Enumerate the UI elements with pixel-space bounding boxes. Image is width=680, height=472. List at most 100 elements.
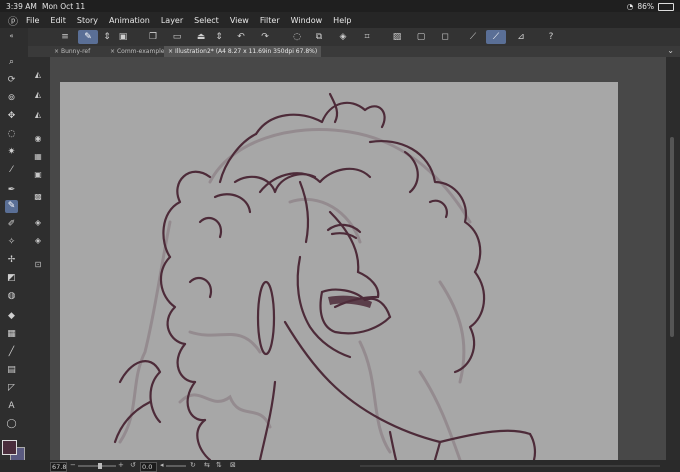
- zoom-in-button[interactable]: +: [118, 461, 124, 469]
- brush-tool-icon[interactable]: ✐: [5, 218, 18, 231]
- close-icon[interactable]: ×: [168, 48, 173, 55]
- camera-icon[interactable]: ▣: [116, 30, 130, 44]
- rotation-field[interactable]: 0.0: [140, 462, 157, 472]
- tab-illustration2[interactable]: × Illustration2* (A4 8.27 x 11.69in 350d…: [164, 46, 322, 57]
- chevron-down-icon[interactable]: ⌄: [667, 46, 674, 55]
- battery-icon: [658, 2, 674, 11]
- stabilizer-icon[interactable]: ⊿: [514, 30, 528, 44]
- tab-label: Illustration2* (A4 8.27 x 11.69in 350dpi…: [174, 48, 318, 55]
- sketch-artwork: [113, 92, 537, 460]
- selection-icon[interactable]: ◌: [5, 128, 18, 141]
- operation-icon[interactable]: ⊚: [5, 92, 18, 105]
- menu-edit[interactable]: Edit: [50, 16, 66, 25]
- app-logo-icon[interactable]: ⓟ: [0, 13, 26, 28]
- tab-bunny-ref[interactable]: × Bunny-ref: [50, 46, 94, 57]
- text-tool-icon[interactable]: A: [5, 400, 18, 413]
- menu-story[interactable]: Story: [77, 16, 98, 25]
- transform-icon[interactable]: ⧉: [312, 30, 326, 44]
- menu-icon[interactable]: ≡: [58, 30, 72, 44]
- flip-horizontal-icon[interactable]: ⇆: [204, 461, 210, 469]
- open-folder-icon[interactable]: ▭: [170, 30, 184, 44]
- status-time: 3:39 AM: [6, 2, 37, 11]
- brush-density-icon[interactable]: ◭: [32, 89, 44, 101]
- balloon-icon[interactable]: ◯: [5, 418, 18, 431]
- rotate-left-icon[interactable]: ↺: [130, 461, 136, 469]
- menu-filter[interactable]: Filter: [260, 16, 280, 25]
- layer-prop-icon[interactable]: ◈: [32, 217, 44, 229]
- navigator-icon[interactable]: ◉: [32, 133, 44, 145]
- menu-view[interactable]: View: [230, 16, 249, 25]
- brush-shape-icon[interactable]: ◭: [32, 109, 44, 121]
- chevron-up-down-icon[interactable]: ⇕: [100, 30, 114, 44]
- new-file-icon[interactable]: ❐: [146, 30, 160, 44]
- eraser-icon[interactable]: ◩: [5, 272, 18, 285]
- move-icon[interactable]: ✥: [5, 110, 18, 123]
- tab-label: Bunny-ref: [60, 48, 91, 55]
- lasso-icon[interactable]: ◌: [290, 30, 304, 44]
- tab-comm-example[interactable]: × Comm-example: [106, 46, 169, 57]
- decoration-icon[interactable]: ✢: [5, 254, 18, 267]
- crop-icon[interactable]: ⌗: [360, 30, 374, 44]
- zoom-slider-thumb[interactable]: [98, 463, 102, 469]
- tab-label: Comm-example: [116, 48, 165, 55]
- battery-percent: 86%: [637, 2, 654, 11]
- redo-icon[interactable]: ↷: [258, 30, 272, 44]
- status-right: ◔ 86%: [627, 2, 674, 11]
- vertical-scrollbar[interactable]: [666, 57, 680, 460]
- menu-animation[interactable]: Animation: [109, 16, 150, 25]
- pencil-icon[interactable]: ✎: [5, 200, 18, 213]
- frame-icon[interactable]: ▤: [5, 364, 18, 377]
- document-tabs: × Bunny-ref × Comm-example × Illustratio…: [28, 46, 680, 57]
- rotate-slider-icon[interactable]: ◂: [160, 461, 164, 469]
- chevron-up-down-icon[interactable]: ⇕: [212, 30, 226, 44]
- menu-window[interactable]: Window: [291, 16, 323, 25]
- zoom-out-button[interactable]: −: [70, 461, 76, 469]
- fill-tool-icon[interactable]: ◆: [5, 310, 18, 323]
- collapse-arrows-icon[interactable]: «: [5, 30, 18, 43]
- menu-select[interactable]: Select: [194, 16, 219, 25]
- pen-tool-icon[interactable]: ✎: [78, 30, 98, 44]
- zoom-slider[interactable]: [78, 465, 116, 467]
- menu-layer[interactable]: Layer: [161, 16, 183, 25]
- close-icon[interactable]: ×: [54, 48, 59, 55]
- ruler-tool-icon[interactable]: ◸: [5, 382, 18, 395]
- layers-icon[interactable]: ◈: [32, 235, 44, 247]
- horizontal-scrollbar[interactable]: [360, 465, 660, 467]
- drawing-canvas[interactable]: [60, 82, 618, 460]
- menu-help[interactable]: Help: [333, 16, 351, 25]
- fill-icon[interactable]: ◈: [336, 30, 350, 44]
- zoom-icon[interactable]: ⌕: [5, 56, 18, 69]
- pen-icon[interactable]: ✒: [5, 184, 18, 197]
- rotate-icon[interactable]: ⟳: [5, 74, 18, 87]
- properties-icon[interactable]: ▣: [32, 169, 44, 181]
- undo-icon[interactable]: ↶: [234, 30, 248, 44]
- save-icon[interactable]: ⏏: [194, 30, 208, 44]
- scroll-thumb[interactable]: [670, 137, 674, 337]
- brush-size-icon[interactable]: ◭: [32, 69, 44, 81]
- tool-palette: « ⌕ ⟳ ⊚ ✥ ◌ ✷ ⁄ ✒ ✎ ✐ ✧ ✢ ◩ ◍ ◆ ▦ ╱ ▤ ◸ …: [0, 28, 28, 460]
- deselect-icon[interactable]: ▢: [414, 30, 428, 44]
- color-swatches: [2, 438, 25, 461]
- color-set-icon[interactable]: ▩: [32, 191, 44, 203]
- material-icon[interactable]: ⊡: [32, 259, 44, 271]
- ruler-icon[interactable]: ⟋: [466, 30, 480, 44]
- menu-file[interactable]: File: [26, 16, 39, 25]
- zoom-field[interactable]: 67.8: [50, 462, 67, 472]
- select-all-icon[interactable]: ▨: [390, 30, 404, 44]
- magic-wand-icon[interactable]: ✷: [5, 146, 18, 159]
- airbrush-icon[interactable]: ✧: [5, 236, 18, 249]
- brush-icon[interactable]: ⟋: [486, 30, 506, 44]
- rotation-slider[interactable]: [166, 465, 186, 467]
- flip-vertical-icon[interactable]: ⇅: [216, 461, 222, 469]
- rotate-right-icon[interactable]: ↻: [190, 461, 196, 469]
- invert-icon[interactable]: ◻: [438, 30, 452, 44]
- blend-icon[interactable]: ◍: [5, 290, 18, 303]
- reset-view-icon[interactable]: ⊠: [230, 461, 236, 469]
- sub-tool-icon[interactable]: ▦: [32, 151, 44, 163]
- figure-icon[interactable]: ╱: [5, 346, 18, 359]
- help-icon[interactable]: ?: [544, 30, 558, 44]
- close-icon[interactable]: ×: [110, 48, 115, 55]
- gradient-icon[interactable]: ▦: [5, 328, 18, 341]
- eyedropper-icon[interactable]: ⁄: [5, 164, 18, 177]
- main-color-swatch[interactable]: [2, 440, 17, 455]
